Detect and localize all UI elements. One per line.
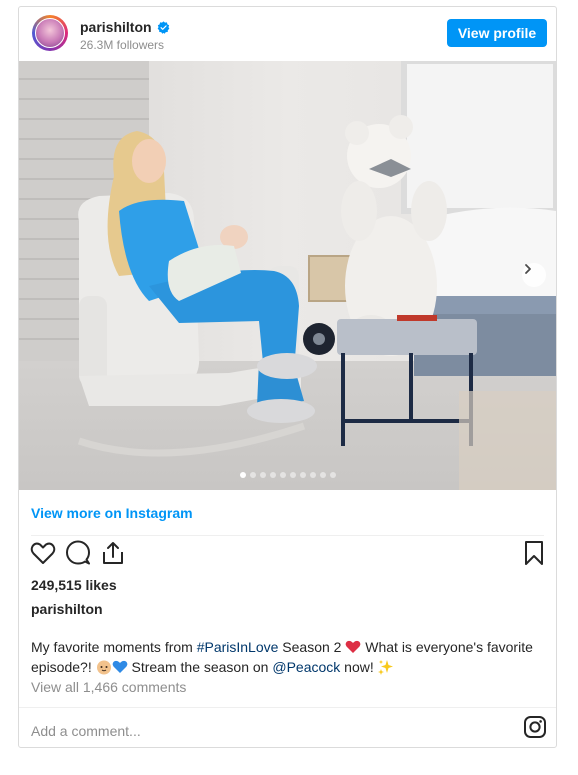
carousel-dot <box>319 472 326 478</box>
sparkles-emoji <box>377 660 393 675</box>
carousel-dot <box>249 472 256 478</box>
instagram-icon[interactable] <box>523 715 547 739</box>
divider <box>19 707 556 708</box>
view-more-link[interactable]: View more on Instagram <box>31 505 193 521</box>
post-header: parishilton 26.3M followers View profile <box>19 7 556 61</box>
red-heart-emoji <box>345 640 361 653</box>
followers-count: 26.3M followers <box>80 38 165 52</box>
bookmark-icon[interactable] <box>520 539 548 567</box>
photo-illustration <box>19 61 556 490</box>
carousel-dot <box>309 472 316 478</box>
avatar-image <box>35 18 65 48</box>
caption-text: My favorite moments from <box>31 639 197 655</box>
avatar[interactable] <box>32 15 68 51</box>
caption-text: Season 2 <box>278 639 346 655</box>
username[interactable]: parishilton <box>80 19 152 35</box>
comment-icon[interactable] <box>64 539 92 567</box>
baby-emoji <box>96 660 111 675</box>
post-photo[interactable] <box>19 61 556 490</box>
hashtag-link[interactable]: #ParisInLove <box>197 639 279 655</box>
username-row[interactable]: parishilton <box>80 19 170 35</box>
caption-text: now! <box>340 659 378 675</box>
carousel-dot <box>259 472 266 478</box>
verified-badge-icon <box>157 20 169 34</box>
caption: My favorite moments from #ParisInLove Se… <box>31 637 541 677</box>
carousel-dot <box>269 472 276 478</box>
action-bar <box>19 539 556 571</box>
view-profile-button[interactable]: View profile <box>447 19 547 47</box>
carousel-dot <box>279 472 286 478</box>
add-comment-input[interactable]: Add a comment... <box>31 723 141 739</box>
carousel-dot <box>299 472 306 478</box>
next-slide-button[interactable] <box>522 263 546 287</box>
likes-count[interactable]: 249,515 likes <box>31 577 117 593</box>
chevron-right-icon <box>525 264 531 274</box>
share-icon[interactable] <box>99 539 127 567</box>
carousel-dot <box>329 472 336 478</box>
caption-text: Stream the season on <box>127 659 273 675</box>
carousel-indicator <box>19 472 556 478</box>
carousel-dot <box>239 472 246 478</box>
heart-icon[interactable] <box>29 539 57 567</box>
view-comments-link[interactable]: View all 1,466 comments <box>31 679 186 695</box>
carousel-dot <box>289 472 296 478</box>
mention-link[interactable]: @Peacock <box>272 659 340 675</box>
instagram-embed-card: parishilton 26.3M followers View profile <box>18 6 557 748</box>
blue-heart-emoji <box>112 660 127 673</box>
poster-username[interactable]: parishilton <box>31 601 103 617</box>
divider <box>31 535 544 536</box>
